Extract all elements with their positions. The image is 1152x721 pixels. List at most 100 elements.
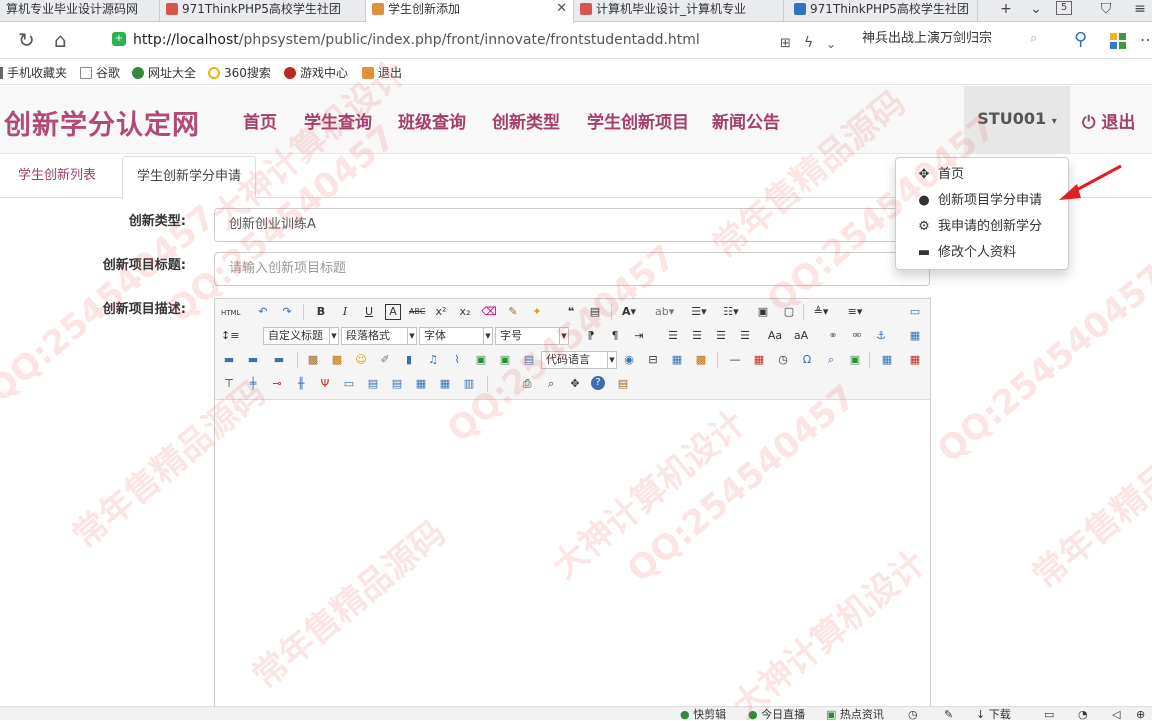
row-spacing-top-icon[interactable]: ≜▾ (813, 304, 829, 320)
subscript-icon[interactable]: x₂ (457, 304, 473, 320)
superscript-icon[interactable]: x² (433, 304, 449, 320)
gmap-icon[interactable]: ▣ (497, 352, 513, 368)
rtl-icon[interactable]: ¶ (607, 328, 623, 344)
image-float-icon[interactable]: ▦ (907, 328, 923, 344)
strikethrough-icon[interactable]: ABC (409, 304, 425, 320)
highlight-icon[interactable]: ab▾ (655, 304, 674, 320)
sound-icon[interactable]: ◁ (1112, 708, 1120, 721)
print-icon[interactable]: ⎙ (519, 376, 535, 392)
snapscreen-icon[interactable]: ▣ (847, 352, 863, 368)
eraser-icon[interactable]: ⌫ (481, 304, 497, 320)
dropdown-item-edit-profile[interactable]: ▬ 修改个人资料 (896, 240, 1068, 266)
clear-doc-icon[interactable]: ▢ (781, 304, 797, 320)
page-break-icon[interactable]: ⊟ (645, 352, 661, 368)
word-image-icon[interactable]: ▩ (693, 352, 709, 368)
background-icon[interactable]: ▦ (669, 352, 685, 368)
browser-tab[interactable]: 971ThinkPHP5高校学生社团 (788, 0, 978, 22)
bookmark-item[interactable]: 360搜索 (208, 64, 271, 81)
browser-tab[interactable]: 计算机毕业设计_计算机专业 (574, 0, 784, 22)
font-border-icon[interactable]: A (385, 304, 401, 320)
site-brand[interactable]: 创新学分认定网 (4, 103, 200, 142)
qr-icon[interactable]: ⊞ (780, 33, 791, 55)
image-center-icon[interactable]: ▬ (271, 352, 287, 368)
innovation-type-select[interactable]: 创新创业训练A (214, 208, 930, 242)
code-language-select[interactable]: 代码语言 ▼ (541, 351, 617, 369)
dropdown-item-home[interactable]: ✥ 首页 (896, 162, 1068, 188)
insert-col-icon[interactable]: ╫ (293, 376, 309, 392)
uppercase-icon[interactable]: Aa (767, 328, 783, 344)
align-left-icon[interactable]: ☰ (665, 328, 681, 344)
merge-down-icon[interactable]: ▤ (389, 376, 405, 392)
logout-link[interactable]: ⏻ 退出 (1082, 108, 1135, 133)
lightning-icon[interactable]: ϟ (804, 32, 813, 54)
search-replace-icon[interactable]: ⌕ (823, 352, 839, 368)
search-icon[interactable]: ⌕ (1030, 28, 1037, 50)
url-field[interactable]: + http://localhost/phpsystem/public/inde… (104, 28, 862, 54)
menu-icon[interactable]: ≡ (1130, 0, 1150, 18)
clean-icon[interactable]: ◔ (1078, 708, 1088, 721)
music-icon[interactable]: ♫ (425, 352, 441, 368)
split-rows-icon[interactable]: ▦ (437, 376, 453, 392)
insert-row-icon[interactable]: ╪ (245, 376, 261, 392)
delete-col-icon[interactable]: Ψ (317, 376, 333, 392)
wrench-icon[interactable]: ✎ (944, 708, 953, 721)
browser-tab[interactable]: 971ThinkPHP5高校学生社团 (160, 0, 366, 22)
emotion-icon[interactable]: ☺ (353, 352, 369, 368)
nav-student-query[interactable]: 学生查询 (304, 108, 372, 133)
tab-credit-application[interactable]: 学生创新学分申请 (122, 156, 257, 199)
status-item[interactable]: ● 快剪辑 (680, 708, 726, 721)
search-icon[interactable]: ⚲ (1074, 29, 1087, 51)
tab-count-badge[interactable]: 5 (1056, 1, 1072, 15)
insert-table-icon[interactable]: ▦ (879, 352, 895, 368)
select-all-icon[interactable]: ▣ (755, 304, 771, 320)
special-char-icon[interactable]: Ω (799, 352, 815, 368)
underline-icon[interactable]: U (361, 304, 377, 320)
draft-icon[interactable]: ✥ (567, 376, 583, 392)
merge-right-icon[interactable]: ▤ (365, 376, 381, 392)
window-icon[interactable]: ▭ (1044, 708, 1054, 721)
bookmark-item[interactable]: 谷歌 (80, 64, 120, 81)
scrawl-icon[interactable]: ✐ (377, 352, 393, 368)
nav-news[interactable]: 新闻公告 (712, 108, 780, 133)
help-icon[interactable]: ? (591, 376, 605, 390)
bookmark-item[interactable]: 手机收藏夹 (0, 64, 67, 81)
merge-cells-icon[interactable]: ▭ (341, 376, 357, 392)
time-icon[interactable]: ◷ (775, 352, 791, 368)
browser-tab[interactable]: 算机专业毕业设计源码网 (0, 0, 160, 22)
font-color-icon[interactable]: A▾ (621, 304, 637, 320)
lowercase-icon[interactable]: aA (793, 328, 809, 344)
unordered-list-icon[interactable]: ☷▾ (723, 304, 739, 320)
close-tab-icon[interactable]: ✕ (556, 0, 567, 18)
custom-title-select[interactable]: 自定义标题 ▼ (263, 327, 339, 345)
tab-innovation-list[interactable]: 学生创新列表 (4, 156, 110, 198)
align-center-icon[interactable]: ☰ (689, 328, 705, 344)
align-right-icon[interactable]: ☰ (713, 328, 729, 344)
project-title-input[interactable]: 请输入创新项目标题 (214, 252, 930, 286)
redo-icon[interactable]: ↷ (279, 304, 295, 320)
format-brush-icon[interactable]: ✎ (505, 304, 521, 320)
insert-paragraph-icon[interactable]: ⊤ (221, 376, 237, 392)
link-icon[interactable]: ⚭ (825, 328, 841, 344)
template-icon[interactable]: ◉ (621, 352, 637, 368)
chevron-down-icon[interactable]: ⌄ (1026, 0, 1046, 18)
download-item[interactable]: ↓ 下载 (976, 708, 1011, 721)
line-height-icon[interactable]: ↕≡ (221, 328, 239, 344)
multi-image-icon[interactable]: ▩ (329, 352, 345, 368)
preview-icon[interactable]: ▭ (907, 304, 923, 320)
anchor-icon[interactable]: ⚓ (873, 328, 889, 344)
horizontal-rule-icon[interactable]: — (727, 352, 743, 368)
paragraph-format-select[interactable]: 段落格式 ▼ (341, 327, 417, 345)
nav-student-projects[interactable]: 学生创新项目 (587, 108, 689, 133)
new-tab-icon[interactable]: + (996, 0, 1016, 18)
shirt-icon[interactable]: ⛉ (1096, 0, 1116, 18)
html-source-icon[interactable]: HTML (221, 305, 240, 321)
date-icon[interactable]: ▦ (751, 352, 767, 368)
home-icon[interactable]: ⌂ (54, 29, 67, 51)
preview-zoom-icon[interactable]: ⌕ (543, 376, 559, 392)
delete-row-icon[interactable]: ⊸ (269, 376, 285, 392)
indent-icon[interactable]: ⇥ (631, 328, 647, 344)
reload-icon[interactable]: ↻ (18, 29, 35, 51)
bold-icon[interactable]: B (313, 304, 329, 320)
nav-class-query[interactable]: 班级查询 (398, 108, 466, 133)
frame-icon[interactable]: ▤ (521, 352, 537, 368)
